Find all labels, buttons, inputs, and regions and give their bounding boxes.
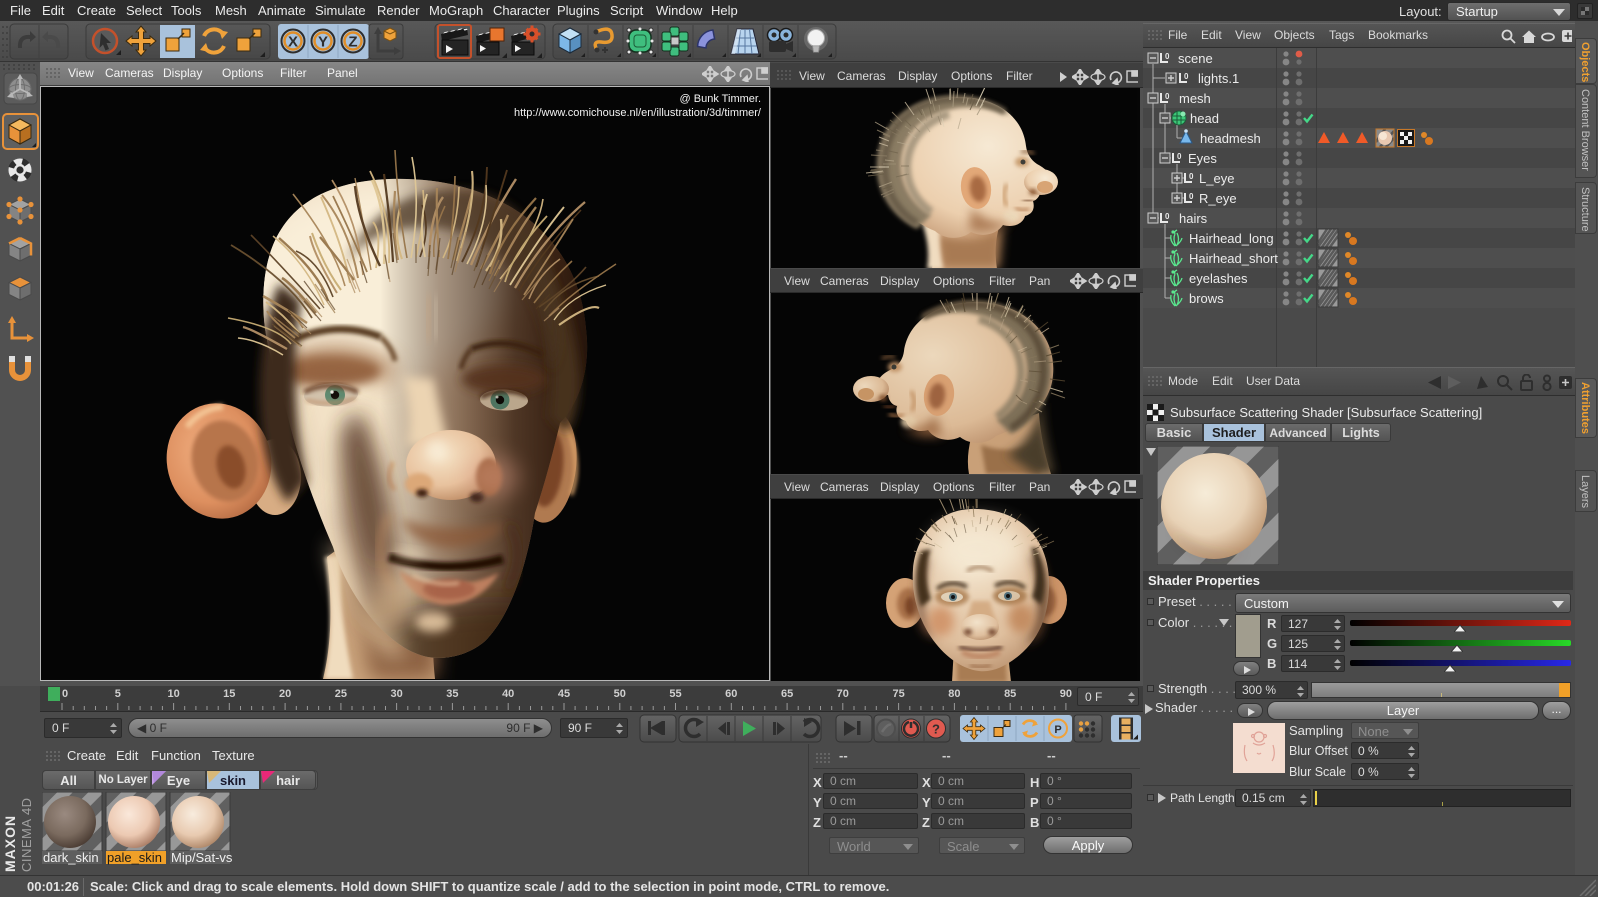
svg-text:10: 10	[167, 688, 179, 700]
svg-text:P: P	[1054, 724, 1061, 736]
svg-text:55: 55	[669, 688, 681, 700]
svg-text:80: 80	[948, 688, 960, 700]
svg-text:5: 5	[115, 688, 121, 700]
svg-text:85: 85	[1004, 688, 1016, 700]
svg-text:30: 30	[390, 688, 402, 700]
svg-text:Y: Y	[318, 34, 328, 51]
svg-text:40: 40	[502, 688, 514, 700]
svg-text:?: ?	[932, 722, 940, 737]
svg-text:20: 20	[279, 688, 291, 700]
svg-text:0: 0	[62, 688, 68, 700]
svg-text:X: X	[288, 34, 298, 51]
svg-text:50: 50	[614, 688, 626, 700]
svg-text:15: 15	[223, 688, 235, 700]
svg-text:25: 25	[335, 688, 347, 700]
svg-text:35: 35	[446, 688, 458, 700]
svg-text:75: 75	[892, 688, 904, 700]
svg-text:90: 90	[1060, 688, 1072, 700]
svg-text:45: 45	[558, 688, 570, 700]
svg-text:60: 60	[725, 688, 737, 700]
svg-text:Z: Z	[348, 34, 357, 51]
svg-text:70: 70	[837, 688, 849, 700]
svg-text:65: 65	[781, 688, 793, 700]
